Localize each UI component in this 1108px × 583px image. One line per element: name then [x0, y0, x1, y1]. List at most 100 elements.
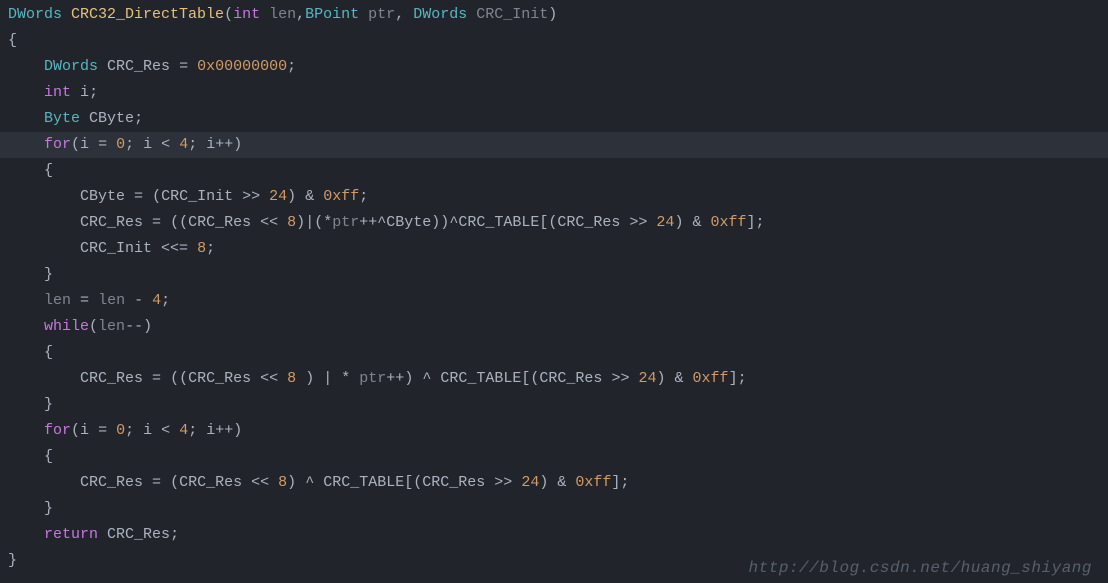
token-op: << [251, 474, 269, 491]
token-type: DWords [413, 6, 467, 23]
token-punc: ( [71, 136, 80, 153]
token-punc: (( [170, 370, 188, 387]
code-line[interactable]: } [0, 262, 1108, 288]
token-punc: ; [125, 422, 143, 439]
token-op: = [98, 422, 107, 439]
token-sp [107, 422, 116, 439]
token-brace: { [44, 162, 53, 179]
token-op: ^ [449, 214, 458, 231]
token-num: 0 [116, 422, 125, 439]
token-punc: ) [305, 370, 314, 387]
token-op: ^ [377, 214, 386, 231]
code-line[interactable]: { [0, 340, 1108, 366]
code-line[interactable]: int i; [0, 80, 1108, 106]
token-punc: , [395, 6, 413, 23]
token-num: 0 [116, 136, 125, 153]
token-punc: ) [656, 370, 665, 387]
token-sp [71, 84, 80, 101]
token-punc: ; [125, 136, 143, 153]
token-ident: i [80, 84, 89, 101]
token-sp [125, 292, 134, 309]
token-ident: i [143, 422, 152, 439]
token-ident: CRC_Init [161, 188, 233, 205]
token-sp [143, 214, 152, 231]
token-num: 0xff [575, 474, 611, 491]
code-line[interactable]: { [0, 444, 1108, 470]
token-sp [161, 214, 170, 231]
token-int: int [233, 6, 260, 23]
token-type: Byte [44, 110, 80, 127]
code-line[interactable]: Byte CByte; [0, 106, 1108, 132]
token-brace: } [44, 500, 53, 517]
token-brace: } [8, 552, 17, 569]
token-punc: ( [314, 214, 323, 231]
code-line[interactable]: CRC_Init <<= 8; [0, 236, 1108, 262]
token-punc: , [296, 6, 305, 23]
token-sp [98, 526, 107, 543]
token-sp [332, 370, 341, 387]
token-sp [512, 474, 521, 491]
code-line[interactable]: { [0, 158, 1108, 184]
code-line[interactable]: DWords CRC_Res = 0x00000000; [0, 54, 1108, 80]
token-op: -- [125, 318, 143, 335]
token-param: ptr [368, 6, 395, 23]
code-line[interactable]: return CRC_Res; [0, 522, 1108, 548]
token-op: >> [242, 188, 260, 205]
token-op: >> [494, 474, 512, 491]
token-kw: while [44, 318, 89, 335]
code-line[interactable]: CRC_Res = (CRC_Res << 8) ^ CRC_TABLE[(CR… [0, 470, 1108, 496]
token-sp [188, 58, 197, 75]
token-sp [89, 292, 98, 309]
token-op: ^ [305, 474, 314, 491]
token-punc: ( [152, 188, 161, 205]
token-num: 8 [197, 240, 206, 257]
token-sp [314, 474, 323, 491]
token-op: >> [611, 370, 629, 387]
token-punc: ) [548, 6, 557, 23]
code-line[interactable]: { [0, 28, 1108, 54]
token-sp [80, 110, 89, 127]
code-line[interactable]: } [0, 392, 1108, 418]
token-punc: ) [143, 318, 152, 335]
token-sp [242, 474, 251, 491]
token-num: 24 [638, 370, 656, 387]
code-line[interactable]: CByte = (CRC_Init >> 24) & 0xff; [0, 184, 1108, 210]
token-sp [296, 188, 305, 205]
token-sp [188, 240, 197, 257]
token-ident: CRC_Res [557, 214, 620, 231]
token-sp [314, 188, 323, 205]
token-sp [701, 214, 710, 231]
token-op: <<= [161, 240, 188, 257]
token-op: << [260, 370, 278, 387]
code-line[interactable]: while(len--) [0, 314, 1108, 340]
token-type: DWords [8, 6, 62, 23]
token-sp [152, 422, 161, 439]
code-editor[interactable]: DWords CRC32_DirectTable(int len,BPoint … [0, 0, 1108, 583]
token-sp [170, 422, 179, 439]
token-sp [89, 136, 98, 153]
token-sp [71, 292, 80, 309]
token-op: ^ [422, 370, 431, 387]
token-op: | [305, 214, 314, 231]
token-op: - [134, 292, 143, 309]
code-line[interactable]: CRC_Res = ((CRC_Res << 8)|(*ptr++^CByte)… [0, 210, 1108, 236]
token-ident: CRC_Res [188, 370, 251, 387]
token-sp [251, 370, 260, 387]
token-punc: ( [224, 6, 233, 23]
token-op: = [98, 136, 107, 153]
token-op: = [152, 474, 161, 491]
token-punc: ( [170, 474, 179, 491]
token-op: < [161, 422, 170, 439]
token-punc: [( [539, 214, 557, 231]
token-num: 4 [179, 136, 188, 153]
code-line[interactable]: for(i = 0; i < 4; i++) [0, 418, 1108, 444]
code-line[interactable]: CRC_Res = ((CRC_Res << 8 ) | * ptr++) ^ … [0, 366, 1108, 392]
token-op: = [134, 188, 143, 205]
code-line[interactable]: len = len - 4; [0, 288, 1108, 314]
code-line[interactable]: for(i = 0; i < 4; i++) [0, 132, 1108, 158]
code-line[interactable]: } [0, 496, 1108, 522]
token-ident: i [206, 136, 215, 153]
token-ident: i [80, 422, 89, 439]
token-sp [314, 370, 323, 387]
code-line[interactable]: DWords CRC32_DirectTable(int len,BPoint … [0, 2, 1108, 28]
